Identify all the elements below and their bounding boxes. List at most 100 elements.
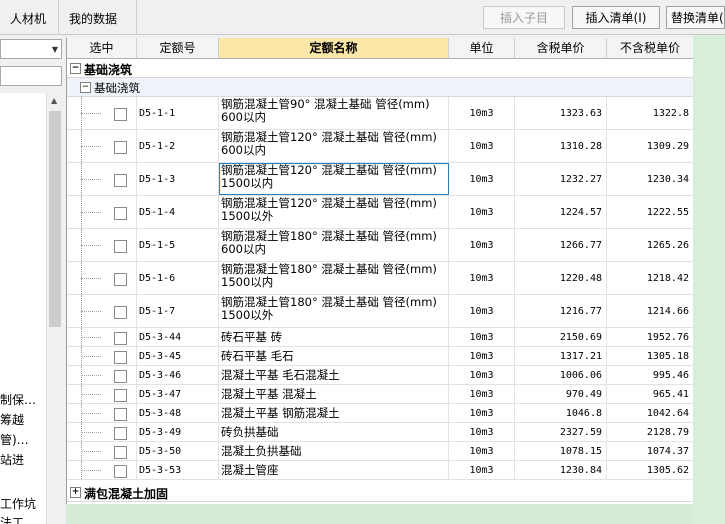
bottom-strip xyxy=(66,504,693,524)
tree-line xyxy=(81,432,101,433)
name-cell[interactable]: 砖石平基 毛石 xyxy=(219,347,449,365)
select-cell xyxy=(67,328,137,346)
table-row[interactable]: D5-3-48 混凝土平基 钢筋混凝土 10m3 1046.8 1042.64 xyxy=(67,404,694,423)
row-checkbox[interactable] xyxy=(114,445,127,459)
row-checkbox[interactable] xyxy=(114,464,127,478)
unit-cell: 10m3 xyxy=(449,163,515,195)
subgroup-row[interactable]: − 基础浇筑 xyxy=(67,78,694,97)
name-cell[interactable]: 混凝土平基 毛石混凝土 xyxy=(219,366,449,384)
name-cell[interactable]: 钢筋混凝土管180° 混凝土基础 管径(mm) 1500以外 xyxy=(219,295,449,327)
left-tree-item[interactable]: 工作坑 xyxy=(0,495,36,512)
table-row[interactable]: D5-1-3 钢筋混凝土管120° 混凝土基础 管径(mm) 1500以内 10m3 1… xyxy=(67,163,694,196)
unit-cell: 10m3 xyxy=(449,328,515,346)
name-cell[interactable]: 混凝土平基 混凝土 xyxy=(219,385,449,403)
table-row[interactable]: D5-3-50 混凝土负拱基础 10m3 1078.15 1074.37 xyxy=(67,442,694,461)
name-cell[interactable]: 钢筋混凝土管120° 混凝土基础 管径(mm) 1500以外 xyxy=(219,196,449,228)
tree-line xyxy=(81,375,101,376)
table-row[interactable]: D5-1-1 钢筋混凝土管90° 混凝土基础 管径(mm) 600以内 10m3 132… xyxy=(67,97,694,130)
name-cell[interactable]: 钢筋混凝土管120° 混凝土基础 管径(mm) 1500以内 xyxy=(219,163,449,195)
unit-cell: 10m3 xyxy=(449,423,515,441)
name-cell[interactable]: 钢筋混凝土管180° 混凝土基础 管径(mm) 600以内 xyxy=(219,229,449,261)
collapse-icon[interactable]: − xyxy=(80,82,91,93)
group-row[interactable]: + 满包混凝土加固 xyxy=(67,482,694,502)
column-header-unit[interactable]: 单位 xyxy=(449,38,515,59)
name-cell[interactable]: 混凝土管座 xyxy=(219,461,449,479)
expand-icon[interactable]: + xyxy=(70,487,81,498)
row-checkbox[interactable] xyxy=(114,426,127,440)
row-checkbox[interactable] xyxy=(114,331,127,345)
category-dropdown[interactable]: ▼ xyxy=(0,39,62,59)
name-cell[interactable]: 混凝土负拱基础 xyxy=(219,442,449,460)
unit-cell: 10m3 xyxy=(449,196,515,228)
select-cell xyxy=(67,461,137,479)
left-tree-item[interactable]: 管)… xyxy=(0,431,29,448)
code-cell: D5-3-48 xyxy=(137,404,219,422)
tax-price-cell: 1266.77 xyxy=(515,229,607,261)
tree-line xyxy=(81,451,101,452)
row-checkbox[interactable] xyxy=(114,369,127,383)
row-checkbox[interactable] xyxy=(114,140,127,154)
tab-my-data[interactable]: 我的数据 xyxy=(58,0,127,34)
name-cell[interactable]: 钢筋混凝土管180° 混凝土基础 管径(mm) 1500以内 xyxy=(219,262,449,294)
notax-price-cell: 1214.66 xyxy=(607,295,694,327)
left-tree-item[interactable]: 制保… xyxy=(0,391,36,408)
tree-line xyxy=(81,356,101,357)
column-header-notax-price[interactable]: 不含税单价 xyxy=(607,38,694,59)
name-cell[interactable]: 砖负拱基础 xyxy=(219,423,449,441)
row-checkbox[interactable] xyxy=(114,407,127,421)
name-line-1: 砖石平基 砖 xyxy=(221,330,283,344)
notax-price-cell: 1322.8 xyxy=(607,97,694,129)
column-header-name[interactable]: 定额名称 xyxy=(219,38,449,59)
code-cell: D5-1-4 xyxy=(137,196,219,228)
table-row[interactable]: D5-3-44 砖石平基 砖 10m3 2150.69 1952.76 xyxy=(67,328,694,347)
scroll-up-icon[interactable]: ▲ xyxy=(51,96,57,105)
row-checkbox[interactable] xyxy=(114,107,127,121)
table-row[interactable]: D5-3-49 砖负拱基础 10m3 2327.59 2128.79 xyxy=(67,423,694,442)
left-tree-item[interactable]: 筹越 xyxy=(0,411,24,428)
insert-list-button[interactable]: 插入清单(I) xyxy=(572,6,660,29)
scroll-thumb[interactable] xyxy=(49,111,61,327)
column-header-select[interactable]: 选中 xyxy=(67,38,137,59)
insert-child-button[interactable]: 插入子目 xyxy=(483,6,565,29)
tax-price-cell: 1220.48 xyxy=(515,262,607,294)
column-header-tax-price[interactable]: 含税单价 xyxy=(515,38,607,59)
left-tree-item[interactable]: 站进 xyxy=(0,451,24,468)
row-checkbox[interactable] xyxy=(114,239,127,253)
table-row[interactable]: D5-3-47 混凝土平基 混凝土 10m3 970.49 965.41 xyxy=(67,385,694,404)
select-cell xyxy=(67,404,137,422)
row-checkbox[interactable] xyxy=(114,388,127,402)
notax-price-cell: 995.46 xyxy=(607,366,694,384)
name-cell[interactable]: 混凝土平基 钢筋混凝土 xyxy=(219,404,449,422)
table-row[interactable]: D5-3-46 混凝土平基 毛石混凝土 10m3 1006.06 995.46 xyxy=(67,366,694,385)
select-cell xyxy=(67,423,137,441)
notax-price-cell: 1230.34 xyxy=(607,163,694,195)
table-row[interactable]: D5-3-53 混凝土管座 10m3 1230.84 1305.62 xyxy=(67,461,694,480)
tab-labor-material-machine[interactable]: 人材机 xyxy=(0,0,56,34)
unit-cell: 10m3 xyxy=(449,97,515,129)
left-scrollbar[interactable]: ▲ xyxy=(46,93,64,524)
code-cell: D5-1-6 xyxy=(137,262,219,294)
name-cell[interactable]: 钢筋混凝土管90° 混凝土基础 管径(mm) 600以内 xyxy=(219,97,449,129)
row-checkbox[interactable] xyxy=(114,305,127,319)
select-cell xyxy=(67,262,137,294)
tax-price-cell: 1310.28 xyxy=(515,130,607,162)
left-tree-item[interactable]: 法工… xyxy=(0,514,36,524)
group-row[interactable]: − 基础浇筑 xyxy=(67,59,694,78)
filter-input[interactable] xyxy=(0,66,62,86)
row-checkbox[interactable] xyxy=(114,272,127,286)
name-cell[interactable]: 砖石平基 砖 xyxy=(219,328,449,346)
column-header-code[interactable]: 定额号 xyxy=(137,38,219,59)
table-row[interactable]: D5-1-6 钢筋混凝土管180° 混凝土基础 管径(mm) 1500以内 10m3 1… xyxy=(67,262,694,295)
row-checkbox[interactable] xyxy=(114,350,127,364)
row-checkbox[interactable] xyxy=(114,173,127,187)
row-checkbox[interactable] xyxy=(114,206,127,220)
name-cell[interactable]: 钢筋混凝土管120° 混凝土基础 管径(mm) 600以内 xyxy=(219,130,449,162)
table-row[interactable]: D5-1-2 钢筋混凝土管120° 混凝土基础 管径(mm) 600以内 10m3 13… xyxy=(67,130,694,163)
unit-cell: 10m3 xyxy=(449,366,515,384)
table-row[interactable]: D5-1-4 钢筋混凝土管120° 混凝土基础 管径(mm) 1500以外 10m3 1… xyxy=(67,196,694,229)
table-row[interactable]: D5-3-45 砖石平基 毛石 10m3 1317.21 1305.18 xyxy=(67,347,694,366)
collapse-icon[interactable]: − xyxy=(70,63,81,74)
replace-list-button[interactable]: 替换清单(R) xyxy=(666,6,725,29)
table-row[interactable]: D5-1-5 钢筋混凝土管180° 混凝土基础 管径(mm) 600以内 10m3 12… xyxy=(67,229,694,262)
table-row[interactable]: D5-1-7 钢筋混凝土管180° 混凝土基础 管径(mm) 1500以外 10m3 1… xyxy=(67,295,694,328)
